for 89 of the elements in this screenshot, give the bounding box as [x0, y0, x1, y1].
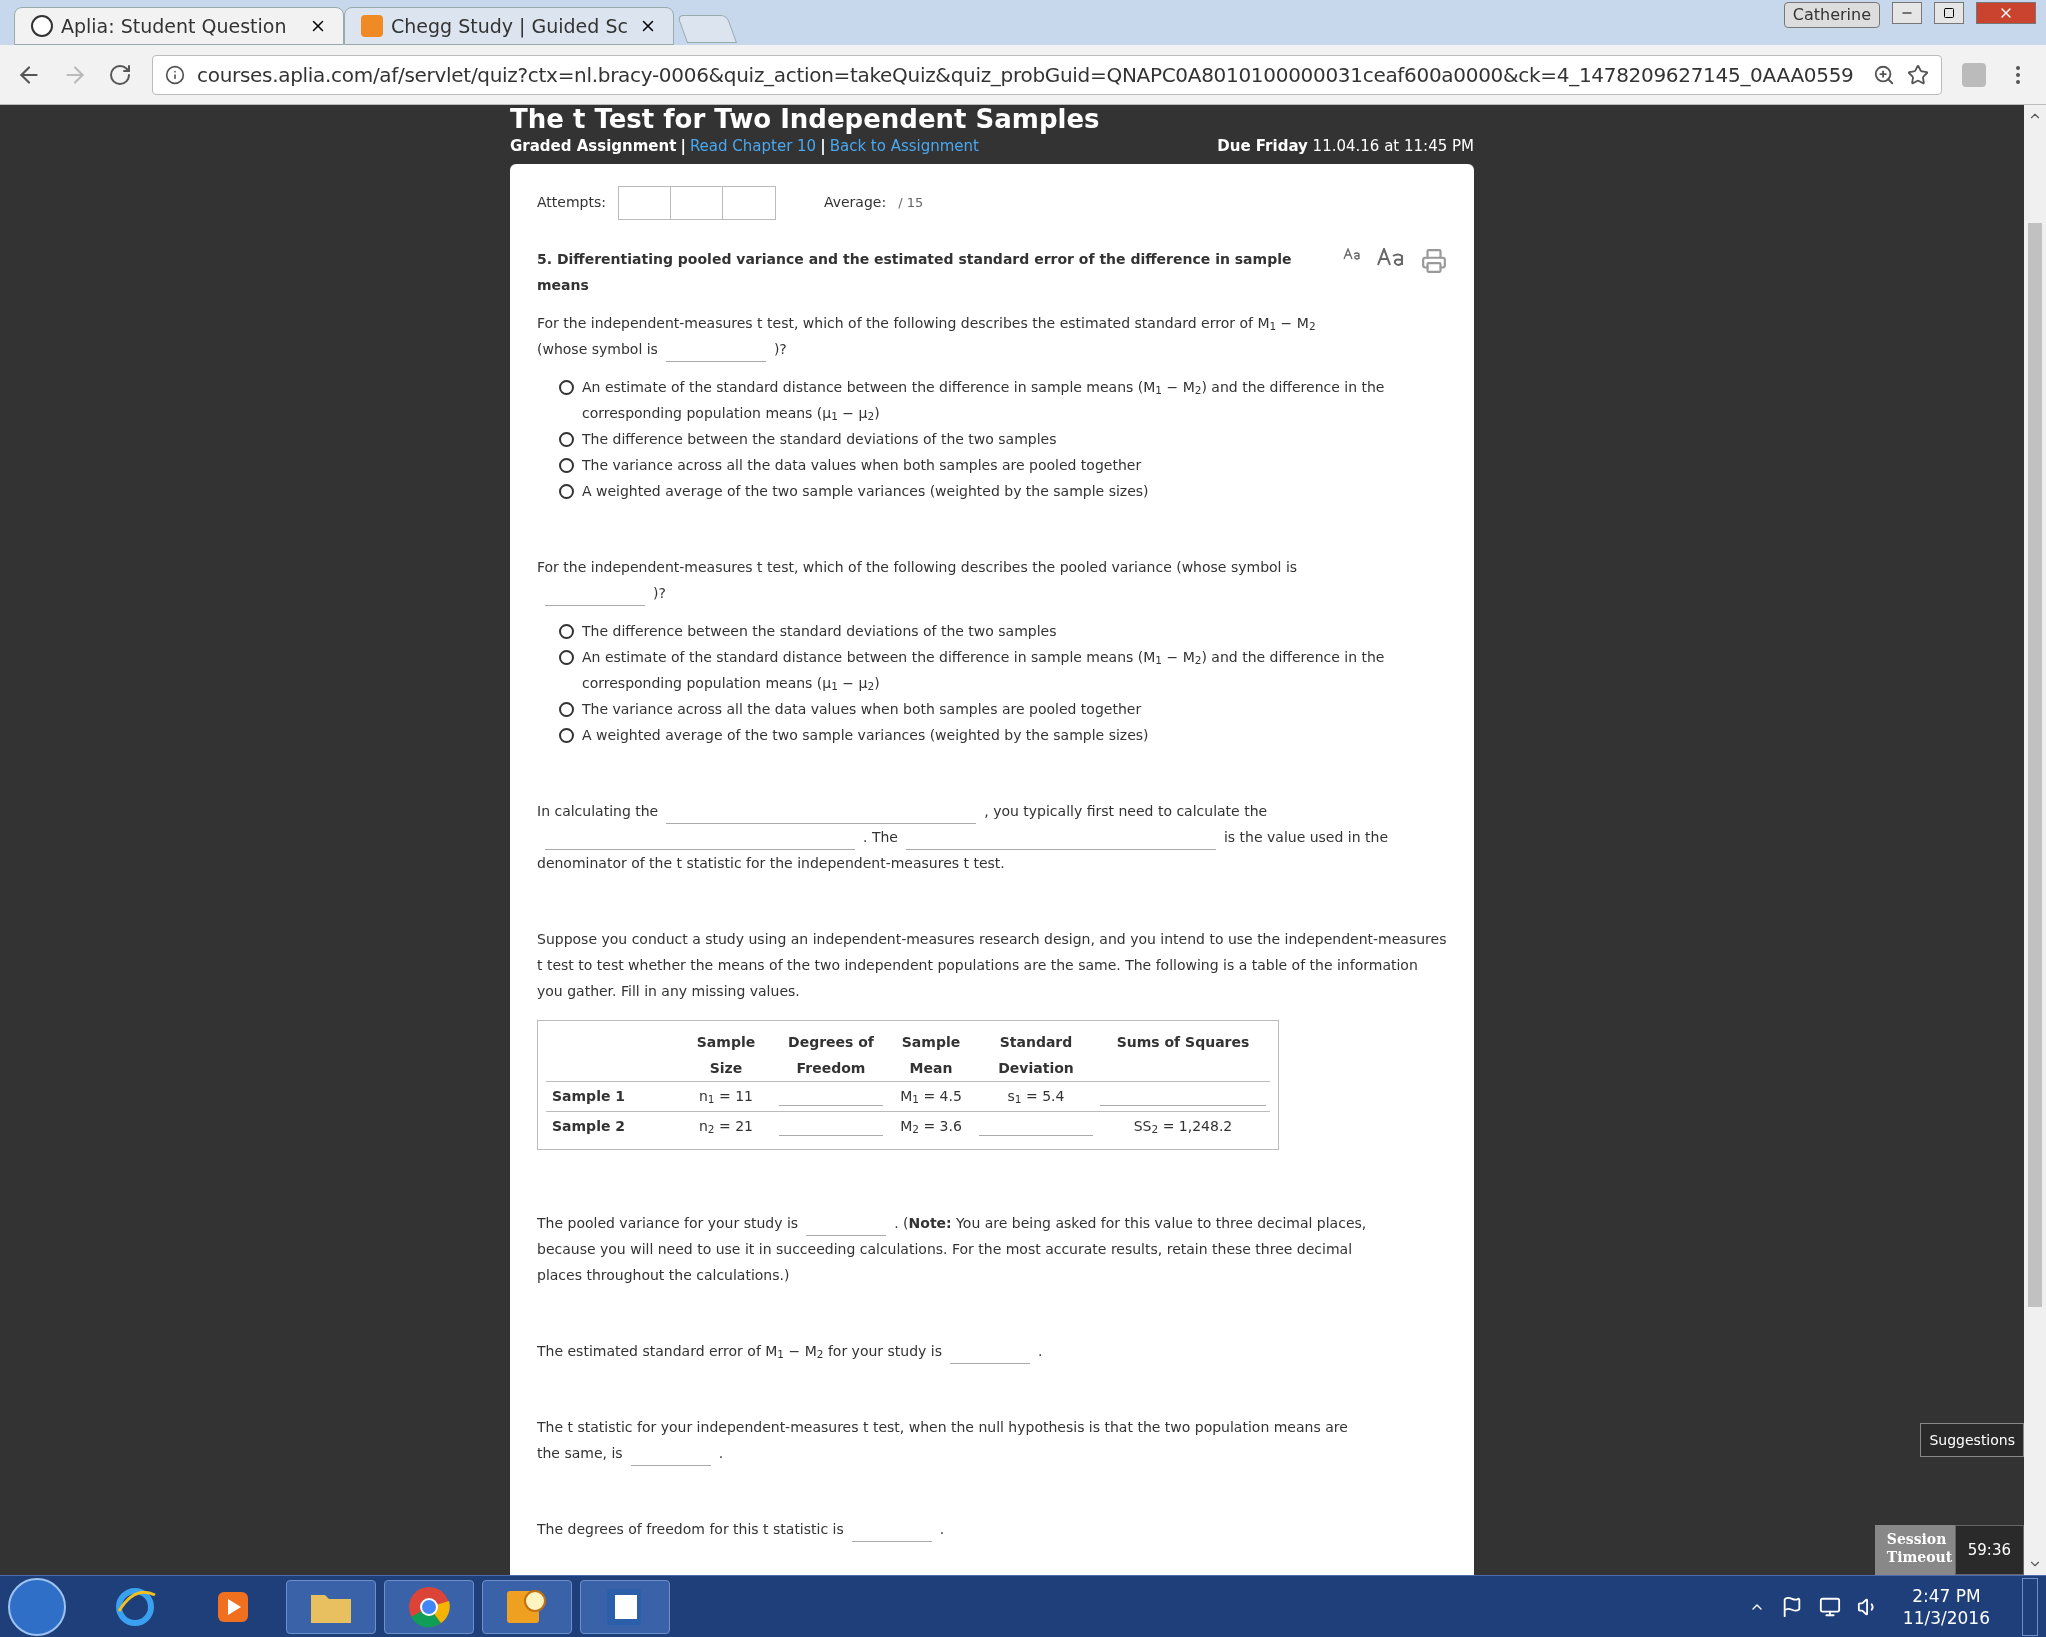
session-timer: 59:36 [1954, 1525, 2024, 1575]
question-text: the same, is [537, 1443, 623, 1463]
show-desktop-button[interactable] [2022, 1577, 2038, 1636]
question-text: For the independent-measures t test, which of the following describes the pooled variance (whose symbol is [537, 557, 1298, 577]
separator: | [680, 136, 686, 157]
minimize-button[interactable] [1892, 2, 1922, 24]
breadcrumb-link[interactable]: Read Chapter 10 [689, 135, 817, 158]
small-text-icon[interactable] [1343, 247, 1361, 260]
due-label: Due Friday [1217, 137, 1308, 155]
question-text: because you will need to use it in succeeding calculations. For the most accurate results, retain these three decimal [537, 1239, 1353, 1259]
mail-app-icon[interactable] [482, 1579, 572, 1634]
option-text: The variance across all the data values when both samples are pooled together [582, 455, 1142, 475]
radio-button[interactable] [559, 379, 574, 395]
breadcrumb-link[interactable]: Back to Assignment [829, 135, 979, 158]
browser-tab[interactable]: Aplia: Student Question [14, 7, 344, 45]
question-text: is the value used in the [1223, 827, 1388, 847]
table-cell-text: SS$_{2}$ = 1,248.2 [1132, 1116, 1234, 1137]
question-text: places throughout the calculations.) [537, 1265, 790, 1285]
radio-button[interactable] [559, 701, 574, 717]
table-cell-text: M$_{2}$ = 3.6 [899, 1116, 963, 1137]
breadcrumb-text: Graded Assignment [510, 136, 677, 157]
info-icon [165, 64, 185, 85]
maximize-button[interactable] [1934, 2, 1964, 24]
question-text: (whose symbol is [537, 339, 658, 359]
due-date: 11.04.16 at 11:45 PM [1312, 137, 1474, 155]
tab-favicon-icon [31, 15, 53, 37]
tab-favicon-icon [361, 15, 383, 37]
question-text: In calculating the [537, 801, 659, 821]
clock-date: 11/3/2016 [1902, 1606, 1990, 1629]
question-text: . (Note: You are being asked for this value to three decimal places, [894, 1213, 1367, 1233]
radio-button[interactable] [559, 457, 574, 473]
question-text: . [939, 1519, 945, 1539]
radio-button[interactable] [559, 649, 574, 665]
scrollbar[interactable] [2024, 105, 2046, 1575]
network-icon[interactable] [1818, 1595, 1841, 1618]
radio-button[interactable] [559, 727, 574, 743]
question-text: The pooled variance for your study is [537, 1213, 799, 1233]
column-header: Sample Mean [900, 1032, 962, 1078]
option-text: A weighted average of the two sample variances (weighted by the sample sizes) [582, 481, 1149, 501]
question-text: The estimated standard error of M$_{1}$ − M$_{2}$ for your study is [537, 1341, 942, 1363]
row-header: Sample 1 [551, 1086, 627, 1106]
option-text: An estimate of the standard distance between the difference in sample means (M$_{1}$ − M$_{2}$) and the difference in the corresponding population means (μ$_{1}$ − μ$_{2}$) [582, 647, 1386, 695]
print-icon[interactable] [1421, 247, 1447, 274]
option-text: The difference between the standard deviations of the two samples [582, 621, 1057, 641]
address-bar[interactable]: courses.aplia.com/af/servlet/quiz?ctx=nl.bracy-0006&quiz_action=takeQuiz&quiz_probGuid=QNAPC0A8010100000031ceaf600a0000&ck=4_1478209627145_0AAA0559 [152, 54, 1942, 95]
separator: | [820, 136, 826, 157]
clock-time: 2:47 PM [1912, 1584, 1981, 1607]
chrome-icon[interactable] [384, 1579, 474, 1634]
question-text: The t statistic for your independent-measures t test, when the null hypothesis is that the two population means are [537, 1417, 1348, 1437]
average-value: / 15 [898, 193, 924, 212]
table-cell-text: s$_{1}$ = 5.4 [1006, 1086, 1066, 1107]
profile-button[interactable]: Catherine [1783, 2, 1880, 28]
question-text: For the independent-measures t test, which of the following describes the estimated standard error of M$_{1}$ − M$_{2}$ [537, 313, 1316, 335]
question-text: . [718, 1443, 724, 1463]
question-text: )? [773, 339, 787, 359]
reload-icon[interactable] [108, 62, 132, 87]
average-label: Average: [823, 193, 887, 212]
browser-tab[interactable]: Chegg Study | Guided Sc [344, 7, 674, 45]
large-text-icon[interactable] [1377, 247, 1405, 266]
option-text: The difference between the standard deviations of the two samples [582, 429, 1057, 449]
question-text: denominator of the t statistic for the independent-measures t test. [537, 853, 1005, 873]
session-timeout-label: Session Timeout [1874, 1525, 1955, 1575]
question-text: )? [653, 583, 666, 603]
option-text: The variance across all the data values when both samples are pooled together [582, 699, 1142, 719]
radio-button[interactable] [559, 623, 574, 639]
radio-button[interactable] [559, 483, 574, 499]
question-text: , you typically first need to calculate the [984, 801, 1268, 821]
question-text: The degrees of freedom for this t statistic is [537, 1519, 844, 1539]
star-icon[interactable] [1907, 63, 1929, 86]
question-text: . [1038, 1341, 1043, 1361]
question-text: . The [863, 827, 898, 847]
zoom-icon[interactable] [1873, 63, 1895, 86]
table-cell-text: M$_{1}$ = 4.5 [899, 1086, 963, 1107]
folder-icon[interactable] [286, 1579, 376, 1634]
table-cell-text: n$_{1}$ = 11 [698, 1086, 754, 1107]
page-title: The t Test for Two Independent Samples [510, 105, 1101, 135]
start-button[interactable] [8, 1577, 66, 1636]
radio-button[interactable] [559, 431, 574, 447]
maximize-icon [1943, 7, 1955, 19]
table-cell-text: n$_{2}$ = 21 [698, 1116, 754, 1137]
row-header: Sample 2 [551, 1116, 627, 1136]
option-text: An estimate of the standard distance between the difference in sample means (M$_{1}$ − M$_{2}$) and the difference in the corresponding population means (μ$_{1}$ − μ$_{2}$) [582, 377, 1386, 425]
document-app-icon[interactable] [580, 1579, 670, 1634]
column-header: Sums of Squares [1115, 1032, 1251, 1052]
attempts-label: Attempts: [537, 193, 606, 212]
question-text: Suppose you conduct a study using an independent-measures research design, and you intend to use the independent-measures t test to test whether the means of the two independent populations are the same. The following is a table of the information you gather. Fill in any missing values. [537, 929, 1447, 1001]
column-header: Degrees of Freedom [787, 1032, 875, 1078]
option-text: A weighted average of the two sample variances (weighted by the sample sizes) [582, 725, 1149, 745]
question-title: 5. Differentiating pooled variance and the estimated standard error of the difference in sample means [537, 249, 1293, 295]
